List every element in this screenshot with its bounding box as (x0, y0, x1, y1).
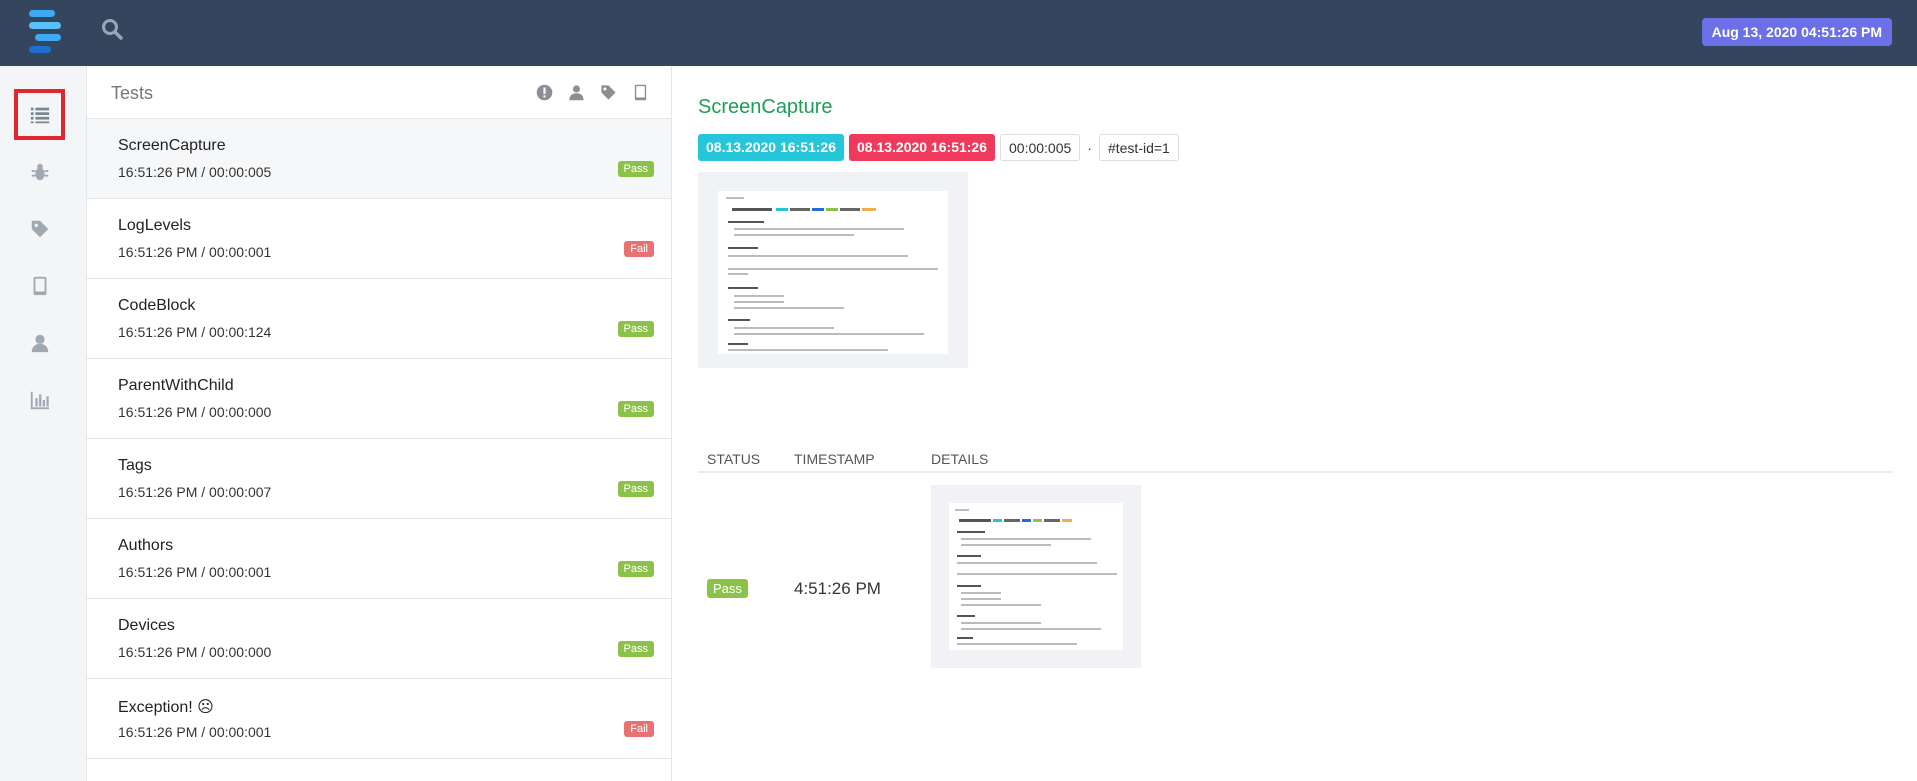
search-icon[interactable] (100, 17, 126, 43)
user-icon (31, 334, 48, 352)
test-name: ScreenCapture (118, 137, 226, 154)
test-list-item[interactable]: LogLevels 16:51:26 PM / 00:00:001 Fail (87, 199, 671, 279)
screenshot-thumbnail[interactable] (698, 172, 968, 368)
list-icon (30, 107, 49, 123)
test-list-item[interactable]: ParentWithChild 16:51:26 PM / 00:00:000 … (87, 359, 671, 439)
status-badge: Pass (617, 321, 654, 337)
test-id-badge: #test-id=1 (1098, 134, 1179, 161)
nav-dashboard[interactable] (14, 374, 65, 425)
test-name: CodeBlock (118, 297, 196, 314)
test-list-item[interactable]: Authors 16:51:26 PM / 00:00:001 Pass (87, 519, 671, 599)
status-badge: Pass (617, 481, 654, 497)
test-time: 16:51:26 PM / 00:00:005 (118, 164, 272, 180)
test-detail-title: ScreenCapture (698, 96, 833, 118)
bar-chart-icon (30, 391, 49, 409)
nav-bugs[interactable] (14, 146, 65, 197)
separator: · (1087, 139, 1092, 156)
log-row-timestamp: 4:51:26 PM (794, 579, 881, 598)
log-row-status: Pass (707, 579, 748, 598)
tests-panel: Tests ScreenCapture 16:51:26 PM / 00:00:… (87, 66, 672, 781)
test-name: Exception! ☹ (118, 699, 214, 716)
status-badge: Pass (617, 161, 654, 177)
test-name: ParentWithChild (118, 377, 234, 394)
test-time: 16:51:26 PM / 00:00:000 (118, 404, 272, 420)
test-time: 16:51:26 PM / 00:00:124 (118, 324, 272, 340)
test-time: 16:51:26 PM / 00:00:001 (118, 724, 272, 740)
test-name: Devices (118, 617, 175, 634)
log-table-header: STATUS TIMESTAMP DETAILS (698, 443, 1893, 473)
tablet-icon[interactable] (631, 83, 649, 101)
user-icon[interactable] (567, 83, 585, 101)
report-datetime-badge: Aug 13, 2020 04:51:26 PM (1701, 18, 1892, 46)
test-time: 16:51:26 PM / 00:00:007 (118, 484, 272, 500)
test-time: 16:51:26 PM / 00:00:000 (118, 644, 272, 660)
test-name: Authors (118, 537, 174, 554)
status-badge: Fail (624, 241, 654, 257)
column-details: DETAILS (931, 451, 989, 467)
nav-authors[interactable] (14, 317, 65, 368)
column-timestamp: TIMESTAMP (794, 451, 875, 467)
tag-icon (31, 220, 48, 237)
tests-panel-title: Tests (111, 83, 154, 103)
test-list-item[interactable]: Tags 16:51:26 PM / 00:00:007 Pass (87, 439, 671, 519)
status-badge: Pass (707, 579, 748, 598)
tests-panel-header: Tests (87, 66, 671, 119)
test-meta-badges: 08.13.2020 16:51:26 08.13.2020 16:51:26 … (698, 134, 1179, 161)
status-badge: Pass (617, 561, 654, 577)
exclamation-icon[interactable] (535, 83, 553, 101)
tag-icon[interactable] (599, 83, 617, 101)
test-list-item[interactable]: Exception! ☹ 16:51:26 PM / 00:00:001 Fai… (87, 679, 671, 759)
duration-badge: 00:00:005 (1000, 134, 1081, 161)
tablet-icon (33, 276, 46, 295)
test-list-item[interactable]: Devices 16:51:26 PM / 00:00:000 Pass (87, 599, 671, 679)
column-status: STATUS (707, 451, 761, 467)
nav-tests-list[interactable] (14, 89, 65, 140)
side-navigation (0, 66, 87, 781)
status-badge: Pass (617, 641, 654, 657)
start-time-badge: 08.13.2020 16:51:26 (698, 134, 844, 161)
nav-devices[interactable] (14, 260, 65, 311)
test-time: 16:51:26 PM / 00:00:001 (118, 244, 272, 260)
test-time: 16:51:26 PM / 00:00:001 (118, 564, 272, 580)
test-name: LogLevels (118, 217, 191, 234)
test-detail-panel: ScreenCapture 08.13.2020 16:51:26 08.13.… (673, 66, 1917, 781)
bug-icon (31, 163, 48, 180)
test-list-item[interactable]: CodeBlock 16:51:26 PM / 00:00:124 Pass (87, 279, 671, 359)
top-bar: Aug 13, 2020 04:51:26 PM (0, 0, 1917, 66)
app-logo-icon[interactable] (27, 10, 63, 54)
log-screenshot-thumbnail[interactable] (931, 485, 1141, 668)
nav-tags[interactable] (14, 203, 65, 254)
test-name: Tags (118, 457, 152, 474)
status-badge: Fail (624, 721, 654, 737)
test-list-item[interactable]: ScreenCapture 16:51:26 PM / 00:00:005 Pa… (87, 119, 671, 199)
status-badge: Pass (617, 401, 654, 417)
end-time-badge: 08.13.2020 16:51:26 (849, 134, 995, 161)
